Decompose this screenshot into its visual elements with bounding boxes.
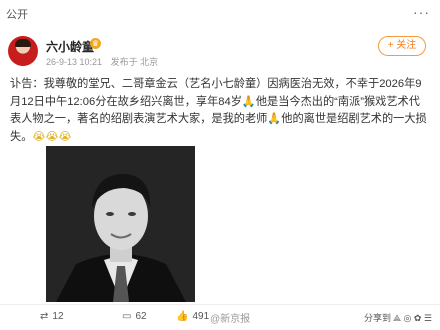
watermark: @新京报 — [210, 314, 251, 325]
post-source: 发布于 北京 — [110, 57, 159, 67]
avatar-hair — [15, 39, 31, 47]
post-time: 26-9-13 10:21 — [46, 57, 103, 67]
pray-icon: 🙏 — [241, 95, 256, 108]
like-button[interactable]: 👍 491 — [176, 311, 209, 322]
repost-button[interactable]: ⇄ 12 — [40, 311, 64, 322]
post-text: 讣告：我尊敬的堂兄、二哥章金云（艺名小七龄童）因病医治无效，不幸于2026年9月… — [10, 76, 430, 146]
repost-count: 12 — [52, 311, 64, 322]
top-bar: 公开 ··· — [0, 0, 440, 28]
verified-crown-icon: ♛ — [90, 38, 101, 49]
comment-count: 62 — [135, 311, 147, 322]
pray-icon: 🙏 — [267, 113, 282, 125]
avatar[interactable] — [8, 36, 38, 66]
username[interactable]: 六小龄童 — [46, 38, 94, 55]
like-count: 491 — [192, 311, 210, 322]
comment-button[interactable]: ▭ 62 — [122, 311, 147, 322]
post-meta: 26-9-13 10:21 发布于 北京 — [46, 55, 164, 68]
share-group[interactable]: 分享到 ⟁ ◎ ✿ ☰ — [362, 311, 432, 324]
share-label: 分享到 — [363, 313, 391, 323]
crying-emoji-icons: 😭😭😭 — [32, 130, 72, 143]
action-bar: ⇄ 12 ▭ 62 👍 491 @新京报 分享到 ⟁ ◎ ✿ ☰ — [0, 304, 440, 330]
repost-icon: ⇄ — [40, 311, 49, 322]
like-icon: 👍 — [176, 311, 189, 322]
portrait-illustration — [46, 146, 195, 302]
share-icons[interactable]: ⟁ ◎ ✿ ☰ — [393, 313, 432, 323]
more-options-icon[interactable]: ··· — [413, 4, 430, 20]
portrait-photo[interactable] — [46, 146, 195, 302]
follow-button[interactable]: + 关注 — [378, 36, 426, 56]
visibility-label[interactable]: 公开 — [6, 6, 28, 22]
comment-icon: ▭ — [122, 311, 132, 322]
